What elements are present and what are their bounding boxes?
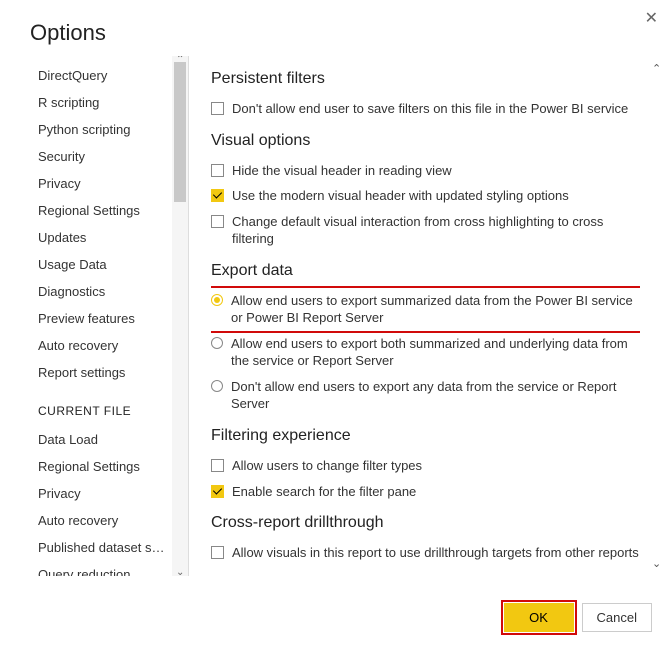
sidebar-heading-current-file: CURRENT FILE: [30, 386, 188, 426]
section-title-export-data: Export data: [211, 262, 640, 280]
sidebar-item-security[interactable]: Security: [30, 143, 170, 170]
dialog-footer: OK Cancel: [504, 603, 652, 632]
ok-button[interactable]: OK: [504, 603, 574, 632]
radio-icon[interactable]: [211, 380, 223, 392]
option-label: Allow end users to export summarized dat…: [231, 292, 640, 327]
sidebar: DirectQuery R scripting Python scripting…: [30, 56, 188, 576]
checkbox-icon[interactable]: [211, 189, 224, 202]
checkbox-row[interactable]: Allow visuals in this report to use dril…: [211, 540, 640, 566]
chevron-down-icon[interactable]: ⌄: [176, 567, 184, 576]
divider: [188, 56, 189, 576]
option-label: Allow users to change filter types: [232, 457, 640, 475]
checkbox-row[interactable]: Allow users to change filter types: [211, 453, 640, 479]
radio-icon[interactable]: [211, 337, 223, 349]
scrollbar-thumb[interactable]: [174, 62, 186, 202]
cancel-button[interactable]: Cancel: [582, 603, 652, 632]
option-label: Allow end users to export both summarize…: [231, 335, 640, 370]
sidebar-item-auto-recovery[interactable]: Auto recovery: [30, 332, 170, 359]
sidebar-item-python-scripting[interactable]: Python scripting: [30, 116, 170, 143]
checkbox-icon[interactable]: [211, 215, 224, 228]
dialog-title: Options: [0, 0, 670, 56]
checkbox-icon[interactable]: [211, 459, 224, 472]
section-title-visual-options: Visual options: [211, 132, 640, 150]
option-label: Hide the visual header in reading view: [232, 162, 640, 180]
checkbox-icon[interactable]: [211, 546, 224, 559]
checkbox-icon[interactable]: [211, 485, 224, 498]
sidebar-item-privacy[interactable]: Privacy: [30, 170, 170, 197]
option-label: Don't allow end users to export any data…: [231, 378, 640, 413]
checkbox-row[interactable]: Enable search for the filter pane: [211, 479, 640, 505]
option-label: Enable search for the filter pane: [232, 483, 640, 501]
chevron-down-icon[interactable]: ⌄: [652, 557, 661, 570]
checkbox-icon[interactable]: [211, 102, 224, 115]
option-label: Don't allow end user to save filters on …: [232, 100, 640, 118]
sidebar-item-query-reduction[interactable]: Query reduction: [30, 561, 170, 576]
sidebar-item-report-settings-global[interactable]: Report settings: [30, 359, 170, 386]
section-title-persistent-filters: Persistent filters: [211, 70, 640, 88]
radio-row-export-none[interactable]: Don't allow end users to export any data…: [211, 374, 640, 417]
checkbox-row[interactable]: Use the modern visual header with update…: [211, 183, 640, 209]
sidebar-item-directquery[interactable]: DirectQuery: [30, 62, 170, 89]
sidebar-item-data-load[interactable]: Data Load: [30, 426, 170, 453]
radio-icon[interactable]: [211, 294, 223, 306]
sidebar-scrollbar[interactable]: ⌃ ⌄: [172, 56, 188, 576]
sidebar-item-privacy-file[interactable]: Privacy: [30, 480, 170, 507]
main-scrollbar[interactable]: ⌃ ⌄: [650, 56, 666, 576]
checkbox-row[interactable]: Don't allow end user to save filters on …: [211, 96, 640, 122]
radio-row-export-both[interactable]: Allow end users to export both summarize…: [211, 331, 640, 374]
sidebar-item-preview-features[interactable]: Preview features: [30, 305, 170, 332]
option-label: Change default visual interaction from c…: [232, 213, 640, 248]
sidebar-item-diagnostics[interactable]: Diagnostics: [30, 278, 170, 305]
checkbox-row[interactable]: Hide the visual header in reading view: [211, 158, 640, 184]
checkbox-row[interactable]: Change default visual interaction from c…: [211, 209, 640, 252]
sidebar-item-usage-data[interactable]: Usage Data: [30, 251, 170, 278]
sidebar-item-regional-settings-file[interactable]: Regional Settings: [30, 453, 170, 480]
radio-row-export-summarized[interactable]: Allow end users to export summarized dat…: [211, 288, 640, 331]
section-title-cross-report: Cross-report drillthrough: [211, 514, 640, 532]
section-title-filtering-experience: Filtering experience: [211, 427, 640, 445]
sidebar-item-auto-recovery-file[interactable]: Auto recovery: [30, 507, 170, 534]
option-label: Allow visuals in this report to use dril…: [232, 544, 640, 562]
sidebar-item-updates[interactable]: Updates: [30, 224, 170, 251]
sidebar-item-r-scripting[interactable]: R scripting: [30, 89, 170, 116]
close-icon[interactable]: ✕: [645, 8, 658, 28]
main-panel: Persistent filters Don't allow end user …: [193, 56, 670, 576]
chevron-up-icon[interactable]: ⌃: [652, 62, 661, 75]
sidebar-item-published-dataset[interactable]: Published dataset set...: [30, 534, 170, 561]
sidebar-item-regional-settings[interactable]: Regional Settings: [30, 197, 170, 224]
checkbox-icon[interactable]: [211, 164, 224, 177]
option-label: Use the modern visual header with update…: [232, 187, 640, 205]
